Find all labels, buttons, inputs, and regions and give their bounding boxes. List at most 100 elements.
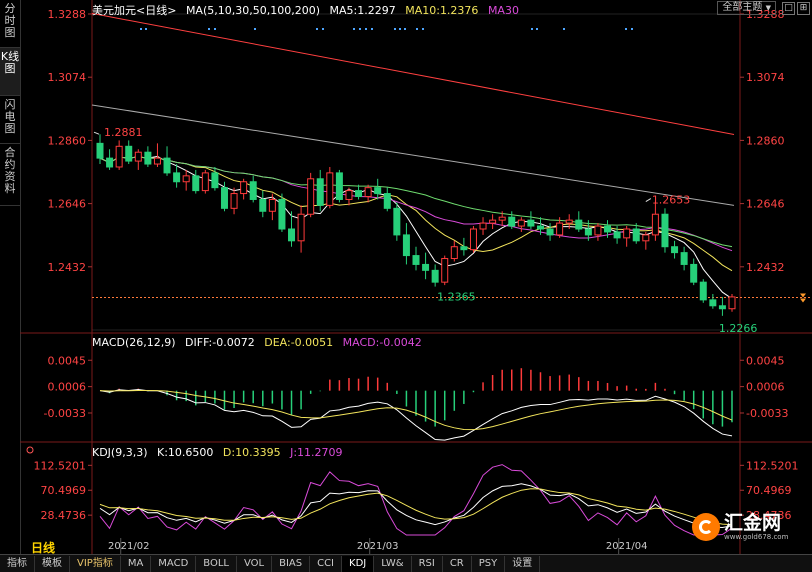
- candle-body: [412, 255, 420, 265]
- toolbar-item-3[interactable]: MA: [121, 555, 152, 572]
- macd-tick-label-right: -0.0033: [746, 407, 788, 420]
- toolbar-item-14[interactable]: 设置: [505, 555, 541, 572]
- restore-button[interactable]: □: [782, 1, 795, 15]
- logo-icon: [692, 513, 720, 541]
- toolbar-item-2[interactable]: VIP指标: [70, 555, 121, 572]
- signal-dot: [404, 28, 406, 30]
- left-sidebar: 分时图 K线图 闪电图 合约资料: [0, 0, 21, 555]
- candle-body: [565, 219, 573, 224]
- toolbar-item-0[interactable]: 指标: [0, 555, 35, 572]
- macd-tick-label: 0.0006: [48, 381, 87, 394]
- candle-body: [192, 175, 200, 192]
- ma100-line: [91, 104, 735, 206]
- toolbar-item-5[interactable]: BOLL: [196, 555, 237, 572]
- signal-dot: [422, 28, 424, 30]
- toolbar-item-10[interactable]: LW&: [374, 555, 412, 572]
- candle-body: [699, 281, 707, 301]
- candle-body: [297, 213, 305, 242]
- price-tick-label-right: 1.2860: [746, 134, 785, 147]
- sidebar-item-kline[interactable]: K线图: [0, 48, 20, 96]
- candle-body: [230, 193, 238, 209]
- candle-body: [182, 175, 190, 183]
- ma5-value: MA5:1.2297: [329, 4, 396, 17]
- signal-dot: [536, 28, 538, 30]
- candle-body: [594, 225, 602, 236]
- toolbar-item-13[interactable]: PSY: [472, 555, 506, 572]
- signal-dot: [371, 28, 373, 30]
- candle-body: [517, 219, 525, 227]
- candle-body: [604, 225, 612, 233]
- candle-body: [393, 207, 401, 236]
- toolbar-item-6[interactable]: VOL: [237, 555, 273, 572]
- marker-line: [93, 131, 100, 135]
- kdj-tick-label: 28.4736: [41, 509, 87, 522]
- candle-body: [278, 198, 286, 230]
- candle-body: [613, 231, 621, 239]
- price-tick-label-right: 1.2432: [746, 261, 785, 274]
- price-tick-label-right: 1.2646: [746, 198, 785, 211]
- candle-body: [220, 187, 228, 209]
- kdj-tick-label-right: 70.4969: [746, 484, 792, 497]
- signal-dot: [322, 28, 324, 30]
- kdj-j: J:11.2709: [290, 446, 343, 459]
- layout-button[interactable]: ⊞: [797, 1, 810, 15]
- candle-body: [498, 216, 506, 221]
- candle-body: [383, 193, 391, 209]
- signal-dot: [625, 28, 627, 30]
- price-tick-label: 1.3288: [48, 8, 87, 21]
- candle-body: [527, 219, 535, 227]
- candle-body: [106, 157, 114, 168]
- candle-body: [268, 198, 276, 212]
- kdj-tick-label-right: 112.5201: [746, 459, 799, 472]
- signal-dot: [316, 28, 318, 30]
- theme-select[interactable]: 全部主题 ▼: [717, 1, 776, 15]
- annotation-high1: 1.2881: [104, 126, 143, 139]
- candle-body: [709, 299, 717, 307]
- toolbar-item-12[interactable]: CR: [443, 555, 472, 572]
- logo-url: www.gold678.com: [724, 533, 789, 541]
- chevron-down-icon: ▼: [765, 4, 771, 12]
- macd-dea: DEA:-0.0051: [264, 336, 334, 349]
- logo-text: 汇金网: [724, 512, 782, 534]
- date-label: 2021/02: [108, 541, 150, 552]
- date-label: 2021/03: [357, 541, 399, 552]
- candle-body: [163, 157, 171, 174]
- candle-body: [326, 172, 334, 206]
- macd-tick-label: 0.0045: [48, 354, 87, 367]
- macd-tick-label: -0.0033: [44, 407, 86, 420]
- sidebar-item-contract-info[interactable]: 合约资料: [0, 144, 20, 206]
- toolbar-item-7[interactable]: BIAS: [272, 555, 311, 572]
- candle-body: [728, 296, 736, 310]
- signal-dot: [365, 28, 367, 30]
- candle-body: [201, 172, 209, 192]
- candle-body: [153, 157, 161, 165]
- sidebar-item-lightning[interactable]: 闪电图: [0, 96, 20, 144]
- candle-body: [632, 228, 640, 242]
- ma200-line: [91, 12, 735, 135]
- toolbar-item-11[interactable]: RSI: [412, 555, 443, 572]
- signal-dot: [214, 28, 216, 30]
- macd-diff: DIFF:-0.0072: [185, 336, 255, 349]
- toolbar-item-9[interactable]: KDJ: [342, 555, 375, 572]
- toolbar-item-4[interactable]: MACD: [151, 555, 197, 572]
- candle-body: [690, 263, 698, 283]
- kdj-j-line: [99, 464, 733, 536]
- annotation-low2: 1.2266: [719, 322, 758, 335]
- panel-toggle-icon[interactable]: [26, 446, 34, 454]
- candle-body: [431, 269, 439, 283]
- toolbar-item-1[interactable]: 模板: [35, 555, 70, 572]
- candle-body: [661, 213, 669, 248]
- bottom-toolbar: 指标 模板 VIP指标 MA MACD BOLL VOL BIAS CCI KDJ LW& RSI CR…: [0, 554, 812, 572]
- candle-body: [249, 181, 257, 200]
- kdj-params: KDJ(9,3,3): [92, 446, 148, 459]
- candle-body: [364, 187, 372, 198]
- candle-body: [651, 213, 659, 236]
- price-chart[interactable]: 1.32881.30741.28601.26461.24321.32881.30…: [20, 0, 812, 554]
- toolbar-item-8[interactable]: CCI: [310, 555, 343, 572]
- signal-dot: [140, 28, 142, 30]
- macd-header: MACD(26,12,9) DIFF:-0.0072 DEA:-0.0051 M…: [92, 336, 428, 349]
- candle-body: [441, 258, 449, 283]
- candle-body: [469, 228, 477, 251]
- sidebar-item-timeshare[interactable]: 分时图: [0, 0, 20, 48]
- candle-body: [374, 187, 382, 195]
